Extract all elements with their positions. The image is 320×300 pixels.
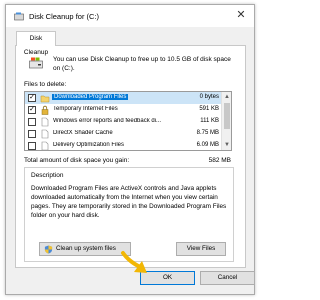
clean-up-system-files-button[interactable]: Clean up system files <box>39 242 131 256</box>
file-name: Delivery Optimization Files <box>53 142 125 148</box>
shield-icon <box>44 245 53 254</box>
file-size: 111 KB <box>200 118 219 124</box>
disk-cleanup-panel: You can use Disk Cleanup to free up to 1… <box>15 45 246 268</box>
file-name: Windows error reports and feedback di... <box>53 118 162 124</box>
files-to-delete-label: Files to delete: <box>24 81 67 88</box>
pointer-arrow-icon <box>121 251 147 273</box>
intro-text: You can use Disk Cleanup to free up to 1… <box>53 56 231 72</box>
file-size: 591 KB <box>199 106 219 112</box>
checkbox[interactable]: ✓ <box>28 106 36 114</box>
list-item[interactable]: ✓ Downloaded Program Files 0 bytes <box>25 92 222 104</box>
files-list[interactable]: ✓ Downloaded Program Files 0 bytes ✓ Tem… <box>24 91 232 151</box>
file-icon <box>41 129 49 139</box>
total-space-label: Total amount of disk space you gain: <box>24 157 130 164</box>
total-space-value: 582 MB <box>208 157 231 164</box>
description-text: Downloaded Program Files are ActiveX con… <box>31 185 227 219</box>
list-item[interactable]: Delivery Optimization Files 6.09 MB <box>25 140 222 150</box>
folder-icon <box>40 95 50 103</box>
list-item[interactable]: ✓ Temporary Internet Files 591 KB <box>25 104 222 116</box>
checkbox[interactable] <box>28 130 36 138</box>
disk-cleanup-icon <box>14 12 24 21</box>
file-icon <box>41 117 49 127</box>
view-files-button[interactable]: View Files <box>176 242 226 256</box>
list-item[interactable]: DirectX Shader Cache 8.75 MB <box>25 128 222 140</box>
file-name: Downloaded Program Files <box>52 94 129 100</box>
file-size: 6.09 MB <box>196 142 219 148</box>
file-name: DirectX Shader Cache <box>53 130 113 136</box>
file-size: 8.75 MB <box>196 130 219 136</box>
checkbox[interactable] <box>28 142 36 150</box>
description-title: Description <box>31 172 64 179</box>
cancel-button[interactable]: Cancel <box>200 271 255 285</box>
file-size: 0 bytes <box>199 94 219 100</box>
checkbox[interactable]: ✓ <box>28 94 36 102</box>
list-scrollbar[interactable]: ▲ ▼ <box>221 92 231 150</box>
file-icon <box>41 141 49 150</box>
scroll-thumb[interactable] <box>224 103 230 129</box>
file-name: Temporary Internet Files <box>53 106 118 112</box>
list-item[interactable]: Windows error reports and feedback di...… <box>25 116 222 128</box>
lock-icon <box>41 105 49 115</box>
scroll-up-icon[interactable]: ▲ <box>222 92 231 102</box>
clean-up-system-files-label: Clean up system files <box>56 245 116 252</box>
close-icon[interactable]: ✕ <box>234 9 248 23</box>
window-title: Disk Cleanup for (C:) <box>29 12 100 21</box>
scroll-down-icon[interactable]: ▼ <box>222 140 231 150</box>
tab-disk-cleanup[interactable]: Disk Cleanup <box>16 31 56 56</box>
title-bar: Disk Cleanup for (C:) ✕ <box>6 5 254 27</box>
checkbox[interactable] <box>28 118 36 126</box>
